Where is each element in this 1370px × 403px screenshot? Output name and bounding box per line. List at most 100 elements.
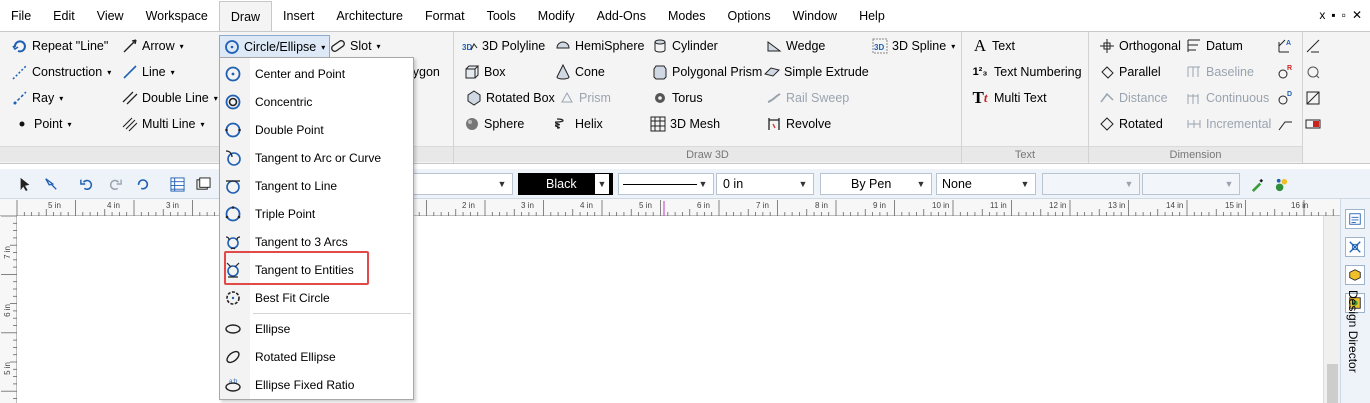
menu-help[interactable]: Help	[848, 0, 896, 32]
menu-add-ons[interactable]: Add-Ons	[586, 0, 657, 32]
select-arrow-icon[interactable]	[16, 175, 34, 193]
menu-edit[interactable]: Edit	[42, 0, 86, 32]
orthogonal-button[interactable]: Orthogonal	[1099, 35, 1181, 57]
dropdown-item-concentric[interactable]: Concentric	[220, 89, 413, 115]
cylinder-button[interactable]: Cylinder	[652, 35, 718, 57]
ray-button[interactable]: Ray ▾	[12, 87, 63, 109]
continuous-button[interactable]: Continuous	[1186, 87, 1269, 109]
double-line-button[interactable]: Double Line ▾	[122, 87, 218, 109]
polygon-button[interactable]: lygon	[410, 61, 440, 83]
menu-options[interactable]: Options	[717, 0, 782, 32]
3d-polyline-button[interactable]: 3D 3D Polyline	[462, 35, 545, 57]
restore-button[interactable]: ▪	[1331, 8, 1335, 22]
point-button[interactable]: Point ▾	[14, 113, 72, 135]
close-button[interactable]: ✕	[1352, 8, 1362, 22]
undo-icon[interactable]	[78, 175, 96, 193]
layer-select[interactable]: ▼	[412, 173, 513, 195]
3d-view-icon[interactable]	[1345, 265, 1365, 285]
menu-format[interactable]: Format	[414, 0, 476, 32]
menu-modify[interactable]: Modify	[527, 0, 586, 32]
box-button[interactable]: Box	[464, 61, 506, 83]
torus-button[interactable]: Torus	[652, 87, 703, 109]
sphere-button[interactable]: Sphere	[464, 113, 524, 135]
maximize-button[interactable]: ▫	[1342, 8, 1346, 22]
distance-button[interactable]: Distance	[1099, 87, 1168, 109]
parallel-button[interactable]: Parallel	[1099, 61, 1161, 83]
slot-button[interactable]: Slot ▾	[330, 35, 381, 57]
helix-button[interactable]: Helix	[555, 113, 603, 135]
polygonal-prism-button[interactable]: Polygonal Prism	[652, 61, 762, 83]
revolve-button[interactable]: Revolve	[766, 113, 831, 135]
layers-icon[interactable]	[194, 175, 212, 193]
fill-select[interactable]: None ▼	[936, 173, 1036, 195]
repeat-line-button[interactable]: Repeat "Line"	[12, 35, 108, 57]
pattern-scale-select[interactable]: ▼	[1142, 173, 1240, 195]
arrow-button[interactable]: Arrow ▾	[122, 35, 184, 57]
dropdown-item-triple-point[interactable]: Triple Point	[220, 201, 413, 227]
dropdown-item-best-fit-circle[interactable]: Best Fit Circle	[220, 285, 413, 311]
pen-select[interactable]: By Pen ▼	[820, 173, 932, 195]
rotated-box-button[interactable]: Rotated Box	[466, 87, 555, 109]
dropdown-item-ellipse-fixed-ratio[interactable]: a:b Ellipse Fixed Ratio	[220, 372, 413, 398]
pattern-select[interactable]: ▼	[1042, 173, 1140, 195]
multi-line-button[interactable]: Multi Line ▾	[122, 113, 205, 135]
color-select[interactable]: Black ▼	[518, 173, 613, 195]
diameter-dim-button[interactable]: D	[1277, 87, 1293, 109]
simple-extrude-button[interactable]: Simple Extrude	[764, 61, 869, 83]
menu-modes[interactable]: Modes	[657, 0, 717, 32]
datum-button[interactable]: Datum	[1186, 35, 1243, 57]
redo-icon[interactable]	[106, 175, 124, 193]
dropdown-item-rotated-ellipse[interactable]: Rotated Ellipse	[220, 344, 413, 370]
construction-button[interactable]: Construction ▾	[12, 61, 111, 83]
rotated-dim-button[interactable]: Rotated	[1099, 113, 1163, 135]
line-button[interactable]: Line ▾	[122, 61, 175, 83]
scrollbar-thumb[interactable]	[1327, 364, 1338, 403]
menu-file[interactable]: File	[0, 0, 42, 32]
3d-spline-button[interactable]: 3D 3D Spline ▾	[872, 35, 955, 57]
quick-dim-button[interactable]	[1305, 61, 1321, 83]
vertical-ruler[interactable]: 7 in 6 in 5 in	[0, 216, 17, 403]
line-style-select[interactable]: ▼	[618, 173, 714, 195]
dropdown-item-double-point[interactable]: Double Point	[220, 117, 413, 143]
menu-workspace[interactable]: Workspace	[135, 0, 219, 32]
properties-table-icon[interactable]	[168, 175, 186, 193]
menu-architecture[interactable]: Architecture	[325, 0, 414, 32]
dropdown-item-tangent-to-arc[interactable]: Tangent to Arc or Curve	[220, 145, 413, 171]
menu-view[interactable]: View	[86, 0, 135, 32]
radius-dim-button[interactable]: R	[1277, 61, 1293, 83]
menu-window[interactable]: Window	[782, 0, 848, 32]
dropdown-item-ellipse[interactable]: Ellipse	[220, 316, 413, 342]
hemisphere-button[interactable]: HemiSphere	[555, 35, 644, 57]
minimize-button[interactable]: x	[1319, 8, 1325, 22]
multi-text-button[interactable]: Tt Multi Text	[970, 87, 1047, 109]
menu-tools[interactable]: Tools	[476, 0, 527, 32]
eyedropper-icon[interactable]	[1248, 175, 1266, 193]
menu-insert[interactable]: Insert	[272, 0, 325, 32]
vertical-scrollbar[interactable]	[1323, 216, 1340, 403]
drawing-canvas[interactable]	[17, 216, 1323, 403]
ordinate-dim-button[interactable]	[1305, 87, 1321, 109]
design-director-tab[interactable]: Design Director	[1346, 290, 1360, 373]
rail-sweep-button[interactable]: Rail Sweep	[766, 87, 849, 109]
text-button[interactable]: A Text	[972, 35, 1015, 57]
horizontal-ruler[interactable]: 5 in 4 in 3 in 2 in 3 in 4 in 5 in 6 in 7 in 8 in…	[0, 199, 1340, 216]
text-numbering-button[interactable]: 1²₃ Text Numbering	[970, 61, 1082, 83]
leader-button[interactable]	[1277, 113, 1293, 135]
wedge-button[interactable]: Wedge	[766, 35, 825, 57]
select-edit-icon[interactable]	[42, 175, 60, 193]
circle-ellipse-button[interactable]: Circle/Ellipse ▾	[219, 35, 331, 59]
prism-button[interactable]: Prism	[559, 87, 611, 109]
cone-button[interactable]: Cone	[555, 61, 605, 83]
menu-draw[interactable]: Draw	[218, 0, 273, 33]
arc-length-button[interactable]	[1305, 35, 1321, 57]
incremental-button[interactable]: Incremental	[1186, 113, 1271, 135]
line-width-select[interactable]: 0 in ▼	[716, 173, 814, 195]
dropdown-item-center-and-point[interactable]: Center and Point	[220, 61, 413, 87]
paint-brush-icon[interactable]	[1272, 175, 1290, 193]
baseline-button[interactable]: Baseline	[1186, 61, 1254, 83]
snap-icon[interactable]	[1345, 237, 1365, 257]
angular-dim-button[interactable]: A	[1277, 35, 1293, 57]
tolerance-button[interactable]	[1305, 113, 1321, 135]
3d-mesh-button[interactable]: 3D Mesh	[650, 113, 720, 135]
design-director-icon[interactable]	[1345, 209, 1365, 229]
